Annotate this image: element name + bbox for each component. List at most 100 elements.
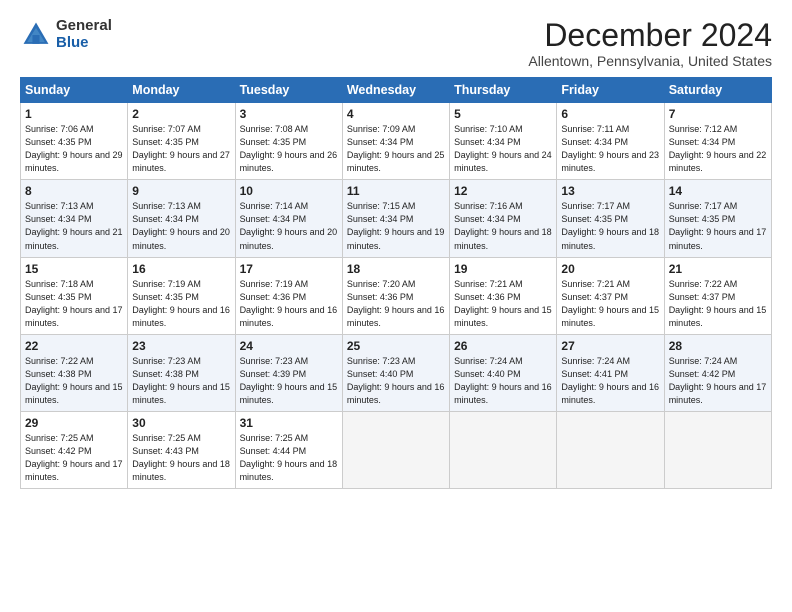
day-number: 7 <box>669 107 767 121</box>
day-number: 15 <box>25 262 123 276</box>
day-cell: 24 Sunrise: 7:23 AMSunset: 4:39 PMDaylig… <box>235 334 342 411</box>
day-number: 2 <box>132 107 230 121</box>
logo-general-text: General <box>56 18 112 35</box>
day-cell: 10 Sunrise: 7:14 AMSunset: 4:34 PMDaylig… <box>235 180 342 257</box>
day-number: 1 <box>25 107 123 121</box>
day-cell <box>664 411 771 488</box>
col-header-sunday: Sunday <box>21 78 128 103</box>
day-number: 28 <box>669 339 767 353</box>
day-number: 13 <box>561 184 659 198</box>
day-info: Sunrise: 7:14 AMSunset: 4:34 PMDaylight:… <box>240 201 338 250</box>
day-number: 29 <box>25 416 123 430</box>
day-cell: 27 Sunrise: 7:24 AMSunset: 4:41 PMDaylig… <box>557 334 664 411</box>
col-header-saturday: Saturday <box>664 78 771 103</box>
day-cell: 25 Sunrise: 7:23 AMSunset: 4:40 PMDaylig… <box>342 334 449 411</box>
day-number: 18 <box>347 262 445 276</box>
day-info: Sunrise: 7:23 AMSunset: 4:40 PMDaylight:… <box>347 356 445 405</box>
day-cell: 3 Sunrise: 7:08 AMSunset: 4:35 PMDayligh… <box>235 103 342 180</box>
day-info: Sunrise: 7:24 AMSunset: 4:41 PMDaylight:… <box>561 356 659 405</box>
day-cell: 16 Sunrise: 7:19 AMSunset: 4:35 PMDaylig… <box>128 257 235 334</box>
header-row: SundayMondayTuesdayWednesdayThursdayFrid… <box>21 78 772 103</box>
week-row-4: 22 Sunrise: 7:22 AMSunset: 4:38 PMDaylig… <box>21 334 772 411</box>
calendar-title: December 2024 <box>528 18 772 53</box>
title-block: December 2024 Allentown, Pennsylvania, U… <box>528 18 772 69</box>
day-number: 16 <box>132 262 230 276</box>
logo-text: General Blue <box>56 18 112 51</box>
day-cell: 21 Sunrise: 7:22 AMSunset: 4:37 PMDaylig… <box>664 257 771 334</box>
day-info: Sunrise: 7:20 AMSunset: 4:36 PMDaylight:… <box>347 279 445 328</box>
day-number: 31 <box>240 416 338 430</box>
col-header-wednesday: Wednesday <box>342 78 449 103</box>
day-number: 26 <box>454 339 552 353</box>
day-cell: 11 Sunrise: 7:15 AMSunset: 4:34 PMDaylig… <box>342 180 449 257</box>
day-info: Sunrise: 7:06 AMSunset: 4:35 PMDaylight:… <box>25 124 123 173</box>
calendar-table: SundayMondayTuesdayWednesdayThursdayFrid… <box>20 77 772 489</box>
day-info: Sunrise: 7:19 AMSunset: 4:35 PMDaylight:… <box>132 279 230 328</box>
day-info: Sunrise: 7:11 AMSunset: 4:34 PMDaylight:… <box>561 124 659 173</box>
day-cell: 18 Sunrise: 7:20 AMSunset: 4:36 PMDaylig… <box>342 257 449 334</box>
week-row-2: 8 Sunrise: 7:13 AMSunset: 4:34 PMDayligh… <box>21 180 772 257</box>
day-cell <box>342 411 449 488</box>
day-number: 4 <box>347 107 445 121</box>
day-info: Sunrise: 7:08 AMSunset: 4:35 PMDaylight:… <box>240 124 338 173</box>
day-info: Sunrise: 7:23 AMSunset: 4:39 PMDaylight:… <box>240 356 338 405</box>
day-number: 10 <box>240 184 338 198</box>
day-number: 23 <box>132 339 230 353</box>
day-number: 6 <box>561 107 659 121</box>
day-cell: 9 Sunrise: 7:13 AMSunset: 4:34 PMDayligh… <box>128 180 235 257</box>
day-info: Sunrise: 7:13 AMSunset: 4:34 PMDaylight:… <box>132 201 230 250</box>
day-number: 17 <box>240 262 338 276</box>
day-info: Sunrise: 7:23 AMSunset: 4:38 PMDaylight:… <box>132 356 230 405</box>
day-number: 3 <box>240 107 338 121</box>
day-info: Sunrise: 7:21 AMSunset: 4:36 PMDaylight:… <box>454 279 552 328</box>
day-cell <box>450 411 557 488</box>
day-info: Sunrise: 7:12 AMSunset: 4:34 PMDaylight:… <box>669 124 767 173</box>
day-number: 27 <box>561 339 659 353</box>
day-info: Sunrise: 7:25 AMSunset: 4:43 PMDaylight:… <box>132 433 230 482</box>
logo: General Blue <box>20 18 112 51</box>
logo-blue-text: Blue <box>56 35 112 52</box>
day-cell: 8 Sunrise: 7:13 AMSunset: 4:34 PMDayligh… <box>21 180 128 257</box>
day-info: Sunrise: 7:17 AMSunset: 4:35 PMDaylight:… <box>561 201 659 250</box>
day-info: Sunrise: 7:16 AMSunset: 4:34 PMDaylight:… <box>454 201 552 250</box>
header: General Blue December 2024 Allentown, Pe… <box>20 18 772 69</box>
day-cell: 2 Sunrise: 7:07 AMSunset: 4:35 PMDayligh… <box>128 103 235 180</box>
col-header-friday: Friday <box>557 78 664 103</box>
day-cell: 7 Sunrise: 7:12 AMSunset: 4:34 PMDayligh… <box>664 103 771 180</box>
day-info: Sunrise: 7:13 AMSunset: 4:34 PMDaylight:… <box>25 201 123 250</box>
day-number: 11 <box>347 184 445 198</box>
day-info: Sunrise: 7:18 AMSunset: 4:35 PMDaylight:… <box>25 279 123 328</box>
day-cell: 6 Sunrise: 7:11 AMSunset: 4:34 PMDayligh… <box>557 103 664 180</box>
day-number: 25 <box>347 339 445 353</box>
calendar-subtitle: Allentown, Pennsylvania, United States <box>528 53 772 69</box>
day-number: 14 <box>669 184 767 198</box>
day-number: 20 <box>561 262 659 276</box>
day-info: Sunrise: 7:25 AMSunset: 4:44 PMDaylight:… <box>240 433 338 482</box>
day-info: Sunrise: 7:07 AMSunset: 4:35 PMDaylight:… <box>132 124 230 173</box>
day-number: 21 <box>669 262 767 276</box>
day-cell: 5 Sunrise: 7:10 AMSunset: 4:34 PMDayligh… <box>450 103 557 180</box>
day-number: 30 <box>132 416 230 430</box>
day-number: 9 <box>132 184 230 198</box>
day-info: Sunrise: 7:10 AMSunset: 4:34 PMDaylight:… <box>454 124 552 173</box>
day-cell: 12 Sunrise: 7:16 AMSunset: 4:34 PMDaylig… <box>450 180 557 257</box>
day-info: Sunrise: 7:24 AMSunset: 4:40 PMDaylight:… <box>454 356 552 405</box>
day-cell: 13 Sunrise: 7:17 AMSunset: 4:35 PMDaylig… <box>557 180 664 257</box>
col-header-tuesday: Tuesday <box>235 78 342 103</box>
day-info: Sunrise: 7:22 AMSunset: 4:37 PMDaylight:… <box>669 279 767 328</box>
day-number: 8 <box>25 184 123 198</box>
day-info: Sunrise: 7:17 AMSunset: 4:35 PMDaylight:… <box>669 201 767 250</box>
day-cell: 14 Sunrise: 7:17 AMSunset: 4:35 PMDaylig… <box>664 180 771 257</box>
day-info: Sunrise: 7:15 AMSunset: 4:34 PMDaylight:… <box>347 201 445 250</box>
day-number: 12 <box>454 184 552 198</box>
page: General Blue December 2024 Allentown, Pe… <box>0 0 792 499</box>
day-cell: 26 Sunrise: 7:24 AMSunset: 4:40 PMDaylig… <box>450 334 557 411</box>
day-cell: 29 Sunrise: 7:25 AMSunset: 4:42 PMDaylig… <box>21 411 128 488</box>
day-cell: 17 Sunrise: 7:19 AMSunset: 4:36 PMDaylig… <box>235 257 342 334</box>
day-cell: 22 Sunrise: 7:22 AMSunset: 4:38 PMDaylig… <box>21 334 128 411</box>
day-cell: 1 Sunrise: 7:06 AMSunset: 4:35 PMDayligh… <box>21 103 128 180</box>
col-header-thursday: Thursday <box>450 78 557 103</box>
day-cell: 23 Sunrise: 7:23 AMSunset: 4:38 PMDaylig… <box>128 334 235 411</box>
week-row-5: 29 Sunrise: 7:25 AMSunset: 4:42 PMDaylig… <box>21 411 772 488</box>
day-info: Sunrise: 7:25 AMSunset: 4:42 PMDaylight:… <box>25 433 123 482</box>
